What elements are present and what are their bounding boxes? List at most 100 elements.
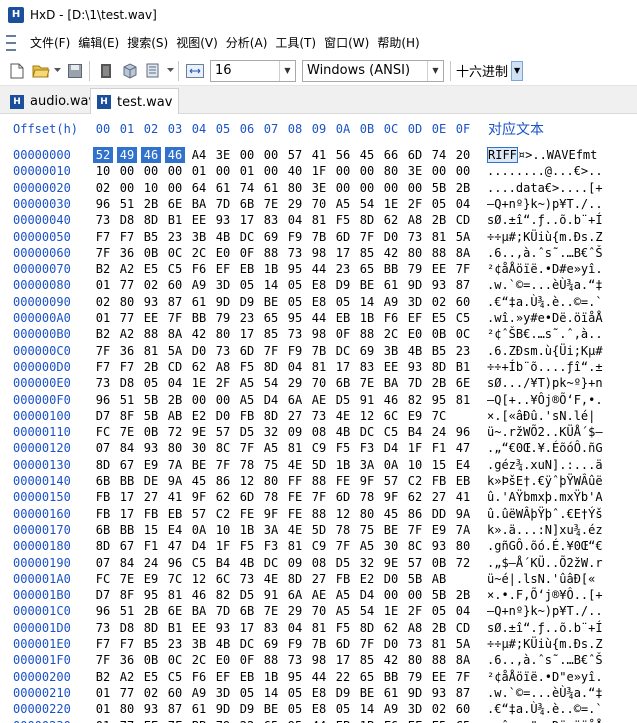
- hex-byte[interactable]: 20: [453, 147, 473, 163]
- hex-byte[interactable]: 73: [405, 636, 425, 652]
- hex-byte[interactable]: 80: [405, 245, 425, 261]
- hex-byte[interactable]: 5B: [405, 571, 425, 587]
- hex-row[interactable]: 00000050 F7 F7 B5 23 3B 4B DC 69 F9 7B 6D…: [0, 229, 637, 245]
- hex-byte[interactable]: 00: [453, 163, 473, 179]
- hex-byte[interactable]: EE: [141, 310, 161, 326]
- hex-byte[interactable]: 1B: [357, 310, 377, 326]
- hex-byte[interactable]: 07: [93, 555, 113, 571]
- row-text[interactable]: û.ûëWÂþŸþˆ.€E†Ýš: [487, 506, 603, 522]
- hex-byte[interactable]: 27: [285, 408, 305, 424]
- hex-byte[interactable]: 17: [237, 326, 257, 342]
- hex-byte[interactable]: FC: [93, 571, 113, 587]
- hex-byte[interactable]: 9F: [357, 473, 377, 489]
- menu-help[interactable]: 帮助(H): [373, 33, 423, 53]
- hex-byte[interactable]: 8D: [285, 571, 305, 587]
- hex-byte[interactable]: 96: [453, 424, 473, 440]
- tab-test-wav[interactable]: H test.wav: [90, 88, 180, 115]
- hex-byte[interactable]: EE: [141, 718, 161, 723]
- hex-byte[interactable]: 12: [333, 506, 353, 522]
- hex-byte[interactable]: 65: [357, 669, 377, 685]
- hex-byte[interactable]: DC: [333, 343, 353, 359]
- hex-row[interactable]: 000000F0 96 51 5B 2B 00 00 A5 D4 6A AE D5…: [0, 392, 637, 408]
- hex-byte[interactable]: 1B: [237, 522, 257, 538]
- hex-byte[interactable]: DC: [237, 636, 257, 652]
- row-text[interactable]: RIFF¤>..WAVEfmt: [487, 147, 605, 163]
- hex-byte[interactable]: F6: [189, 261, 209, 277]
- hex-byte[interactable]: 1B: [261, 261, 281, 277]
- hex-byte[interactable]: 93: [429, 685, 449, 701]
- hex-byte[interactable]: D0: [381, 636, 401, 652]
- hex-byte[interactable]: 9E: [189, 424, 209, 440]
- hex-byte[interactable]: 14: [261, 685, 281, 701]
- hex-byte[interactable]: 8D: [141, 212, 161, 228]
- hex-byte[interactable]: DC: [357, 424, 377, 440]
- hex-byte[interactable]: 7E: [117, 424, 137, 440]
- hex-byte[interactable]: 73: [93, 620, 113, 636]
- hex-row[interactable]: 00000160 FB 17 FB EB 57 C2 FE 9F FE 88 12…: [0, 506, 637, 522]
- hex-row[interactable]: 00000080 01 77 02 60 A9 3D 05 14 05 E8 D9…: [0, 277, 637, 293]
- hex-byte[interactable]: 00: [213, 163, 233, 179]
- hex-byte[interactable]: 7F: [165, 718, 185, 723]
- hex-byte[interactable]: 79: [213, 310, 233, 326]
- hex-byte[interactable]: 67: [117, 457, 137, 473]
- row-text[interactable]: sØ.±î“.ƒ..õ.b¨+Í: [487, 620, 603, 636]
- hex-byte[interactable]: 05: [285, 294, 305, 310]
- hex-byte[interactable]: 01: [189, 163, 209, 179]
- row-text[interactable]: .gñGÔ.õó.É.¥0Œ“€: [487, 538, 603, 554]
- hex-byte[interactable]: A8: [405, 212, 425, 228]
- row-text[interactable]: .wî.»y"e•Dë.öïåÅ: [487, 718, 603, 723]
- hex-byte[interactable]: F7: [117, 636, 137, 652]
- hex-byte[interactable]: 95: [141, 587, 161, 603]
- hex-byte[interactable]: 08: [309, 555, 329, 571]
- hex-byte[interactable]: 70: [309, 196, 329, 212]
- hex-byte[interactable]: D8: [117, 212, 137, 228]
- row-text[interactable]: ü~é|.lsN.'ûâÐ[«: [487, 571, 595, 587]
- hex-byte[interactable]: 46: [141, 147, 161, 163]
- hex-byte[interactable]: 00: [213, 392, 233, 408]
- hex-byte[interactable]: 45: [357, 147, 377, 163]
- hex-byte[interactable]: 6C: [381, 408, 401, 424]
- hex-byte[interactable]: 4B: [213, 636, 233, 652]
- hex-byte[interactable]: 93: [429, 538, 449, 554]
- menu-edit[interactable]: 编辑(E): [74, 33, 123, 53]
- hex-byte[interactable]: 0A: [189, 522, 209, 538]
- hex-byte[interactable]: 00: [405, 587, 425, 603]
- hex-byte[interactable]: 9A: [453, 506, 473, 522]
- hex-byte[interactable]: 36: [117, 652, 137, 668]
- hex-byte[interactable]: 93: [429, 277, 449, 293]
- row-text[interactable]: ÷÷µ#;KÜiù{m.Ðs.Z: [487, 229, 603, 245]
- hex-row[interactable]: 00000210 01 77 02 60 A9 3D 05 14 05 E8 D9…: [0, 685, 637, 701]
- hex-byte[interactable]: 5A: [453, 636, 473, 652]
- hex-byte[interactable]: 4E: [261, 571, 281, 587]
- hex-row[interactable]: 000000A0 01 77 EE 7F BB 79 23 65 95 44 EB…: [0, 310, 637, 326]
- hex-byte[interactable]: A2: [117, 261, 137, 277]
- hex-byte[interactable]: FC: [93, 424, 113, 440]
- hex-byte[interactable]: 73: [213, 343, 233, 359]
- hex-byte[interactable]: B2: [93, 261, 113, 277]
- hex-byte[interactable]: 7C: [165, 571, 185, 587]
- hex-byte[interactable]: 27: [309, 571, 329, 587]
- hex-byte[interactable]: 75: [261, 457, 281, 473]
- hex-byte[interactable]: A5: [261, 440, 281, 456]
- hex-byte[interactable]: 78: [333, 522, 353, 538]
- hex-byte[interactable]: E0: [405, 326, 425, 342]
- hex-byte[interactable]: 7D: [405, 375, 425, 391]
- bytes-per-row-icon-button[interactable]: [184, 60, 206, 82]
- hex-byte[interactable]: 30: [381, 538, 401, 554]
- hex-byte[interactable]: 87: [453, 685, 473, 701]
- hex-byte[interactable]: 45: [189, 473, 209, 489]
- hex-byte[interactable]: E4: [453, 457, 473, 473]
- hex-byte[interactable]: 00: [189, 392, 209, 408]
- hex-byte[interactable]: 24: [429, 424, 449, 440]
- hex-byte[interactable]: 00: [357, 163, 377, 179]
- row-text[interactable]: ²¢åÅöïë.•D"e»yî.: [487, 669, 603, 685]
- hex-byte[interactable]: 04: [453, 196, 473, 212]
- hex-byte[interactable]: 23: [453, 343, 473, 359]
- hex-byte[interactable]: 8C: [405, 538, 425, 554]
- hex-byte[interactable]: 88: [429, 652, 449, 668]
- hex-byte[interactable]: 6B: [93, 522, 113, 538]
- hex-byte[interactable]: 7E: [261, 196, 281, 212]
- hex-byte[interactable]: FB: [429, 473, 449, 489]
- hex-byte[interactable]: 24: [141, 555, 161, 571]
- hex-byte[interactable]: AE: [309, 587, 329, 603]
